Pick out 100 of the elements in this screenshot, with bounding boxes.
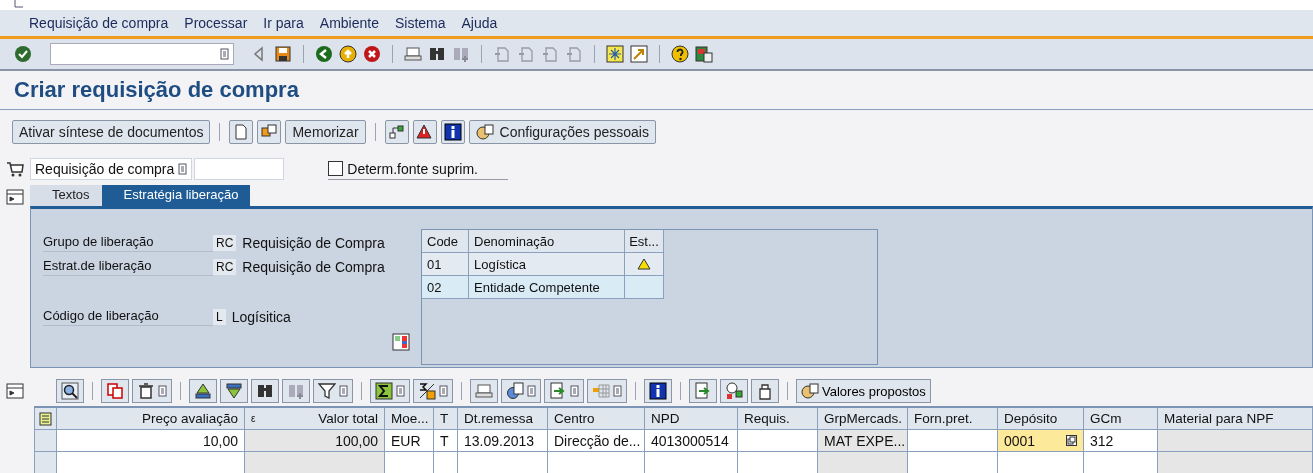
enter-icon[interactable] — [14, 45, 32, 63]
toolbar-button[interactable] — [413, 379, 453, 403]
dropdown-icon[interactable] — [339, 385, 348, 397]
menu-item[interactable]: Ir para — [263, 15, 304, 31]
value-help-icon[interactable] — [1066, 435, 1077, 446]
menu-item[interactable]: Requisição de compra — [29, 15, 169, 31]
toolbar-button[interactable] — [189, 379, 217, 403]
exit-icon[interactable] — [339, 45, 357, 63]
column-header[interactable]: Forn.pret. — [908, 408, 998, 430]
subtotal-icon[interactable] — [418, 382, 436, 400]
screen-title: Criar requisição de compra — [0, 71, 1313, 110]
tab[interactable]: Estratégia liberação — [101, 185, 251, 206]
collapse-icon[interactable] — [6, 188, 24, 206]
toolbar-button[interactable] — [720, 379, 748, 403]
table-cell[interactable]: 0001 — [998, 430, 1084, 452]
dropdown-icon[interactable] — [158, 385, 167, 397]
document-number-field[interactable] — [194, 158, 285, 180]
header-label: Forn.pret. — [914, 411, 973, 426]
column-header[interactable]: Material para NPF — [1158, 408, 1313, 430]
sort-ascending-icon[interactable] — [194, 382, 212, 400]
personal-settings-button[interactable]: Configurações pessoais — [468, 120, 656, 144]
header-label: Material para NPF — [1164, 411, 1274, 426]
column-header[interactable]: Dt.remessa — [458, 408, 548, 430]
menu-item[interactable]: Ajuda — [461, 15, 498, 31]
info-button[interactable] — [644, 379, 672, 403]
menu-item[interactable]: Processar — [184, 15, 248, 31]
document-type-field[interactable]: Requisição de compra — [30, 158, 193, 180]
settings-icon[interactable] — [475, 123, 494, 141]
header-label: GrpMercads. — [824, 411, 903, 426]
toolbar-button[interactable] — [370, 379, 410, 403]
hold-button[interactable]: Memorizar — [285, 120, 366, 144]
column-header[interactable]: Centro — [548, 408, 645, 430]
sort-descending-icon[interactable] — [225, 382, 243, 400]
bag-icon[interactable] — [756, 382, 774, 400]
toolbar-button[interactable] — [501, 379, 541, 403]
column-header[interactable]: Code — [422, 230, 469, 253]
cell-value: 4013000514 — [651, 432, 729, 449]
save-icon[interactable] — [274, 45, 292, 63]
help-icon[interactable] — [671, 45, 689, 63]
button-label: Valores propostos — [822, 383, 926, 399]
toolbar-button[interactable] — [251, 379, 279, 403]
find-next-icon[interactable] — [287, 382, 305, 400]
source-determination-checkbox[interactable]: Determ.fonte suprim. — [328, 158, 508, 180]
column-header[interactable]: Moe... — [385, 408, 434, 430]
tab[interactable]: Textos — [30, 185, 102, 206]
collapse-icon[interactable] — [6, 382, 24, 400]
document-icon[interactable] — [694, 382, 712, 400]
delete-icon[interactable] — [137, 382, 155, 400]
toolbar-button[interactable] — [220, 379, 248, 403]
column-header[interactable]: NPD — [645, 408, 738, 430]
select-all-icon[interactable] — [34, 408, 57, 430]
column-header[interactable]: Depósito — [998, 408, 1084, 430]
dropdown-icon[interactable] — [178, 163, 188, 175]
dropdown-icon[interactable] — [613, 385, 622, 397]
command-field[interactable] — [50, 43, 234, 65]
column-header[interactable]: GrpMercads. — [818, 408, 908, 430]
columns-icon[interactable] — [392, 333, 410, 351]
filter-icon[interactable] — [318, 382, 336, 400]
column-header[interactable]: GCm — [1084, 408, 1158, 430]
dropdown-icon[interactable] — [220, 48, 229, 60]
print-icon[interactable] — [404, 45, 422, 63]
find-next-icon[interactable] — [452, 45, 470, 63]
dropdown-icon[interactable] — [439, 385, 448, 397]
cart-icon[interactable] — [6, 160, 24, 178]
column-header[interactable]: Requis. — [738, 408, 818, 430]
code-field: RC — [213, 235, 237, 251]
info-icon[interactable] — [649, 382, 667, 400]
toolbar-button[interactable] — [313, 379, 353, 403]
header-label: Centro — [554, 411, 595, 426]
export-icon[interactable] — [549, 382, 567, 400]
view-icon[interactable] — [506, 382, 524, 400]
toolbar-button[interactable] — [751, 379, 779, 403]
details-button[interactable] — [56, 379, 84, 403]
cancel-icon[interactable] — [363, 45, 381, 63]
document-overview-button[interactable]: Ativar síntese de documentos — [12, 120, 211, 144]
column-header[interactable]: ε Valor total — [245, 408, 385, 430]
dropdown-icon[interactable] — [396, 385, 405, 397]
column-header[interactable]: T — [434, 408, 458, 430]
copy-icon[interactable] — [106, 382, 124, 400]
column-header[interactable]: Est... — [625, 230, 664, 253]
print-icon[interactable] — [475, 382, 493, 400]
header-label: Moe... — [391, 411, 429, 426]
search-icon[interactable] — [256, 382, 274, 400]
column-header[interactable]: Denominação — [469, 230, 625, 253]
sum-icon[interactable] — [375, 382, 393, 400]
details-icon[interactable] — [61, 382, 79, 400]
menu-item[interactable]: Sistema — [394, 15, 446, 31]
menu-item[interactable]: Ambiente — [319, 15, 379, 31]
column-header[interactable]: Preço avaliação — [57, 408, 245, 430]
field-label: Grupo de liberação — [43, 234, 213, 252]
search-icon[interactable] — [428, 45, 446, 63]
cell-value: MAT EXPE... — [824, 432, 906, 449]
dropdown-icon[interactable] — [570, 385, 579, 397]
shortcut-icon[interactable] — [630, 45, 648, 63]
default-values-button[interactable]: Valores propostos — [796, 379, 931, 403]
settings-icon[interactable] — [801, 382, 819, 400]
dropdown-icon[interactable] — [527, 385, 536, 397]
new-session-icon[interactable] — [606, 45, 624, 63]
toolbar-button[interactable] — [132, 379, 172, 403]
layout-icon[interactable] — [695, 45, 713, 63]
